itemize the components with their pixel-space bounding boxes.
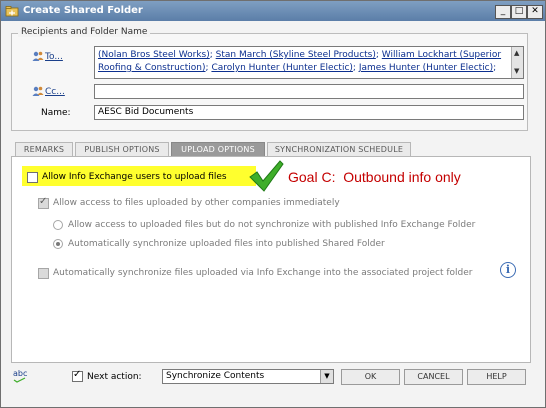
recipient[interactable]: (Nolan Bros Steel Works) [98, 50, 210, 60]
cancel-button[interactable]: CANCEL [404, 369, 463, 385]
auto-sync-project-label[interactable]: Automatically synchronize files uploaded… [53, 268, 472, 278]
to-button[interactable]: To... [45, 52, 63, 62]
folder-name-field[interactable]: AESC Bid Documents [94, 105, 524, 120]
no-sync-label[interactable]: Allow access to uploaded files but do no… [68, 220, 475, 230]
help-button[interactable]: HELP [467, 369, 526, 385]
upload-options-panel: Allow Info Exchange users to upload file… [11, 156, 531, 363]
scroll-down-icon[interactable]: ▼ [514, 68, 519, 75]
cc-field[interactable] [94, 84, 524, 99]
auto-sync-label[interactable]: Automatically synchronize uploaded files… [68, 239, 385, 249]
name-label: Name: [41, 108, 71, 118]
tab-publish-options[interactable]: PUBLISH OPTIONS [75, 142, 169, 156]
folder-name-value: AESC Bid Documents [98, 107, 194, 117]
check-icon: ✓ [39, 196, 48, 207]
scroll-up-icon[interactable]: ▲ [514, 50, 519, 57]
allow-upload-checkbox[interactable] [27, 172, 38, 183]
allow-access-checkbox[interactable]: ✓ [38, 196, 49, 209]
info-icon[interactable]: i [500, 262, 516, 278]
next-action-value: Synchronize Contents [166, 371, 265, 381]
allow-access-label[interactable]: Allow access to files uploaded by other … [53, 198, 340, 208]
radio-selected-dot [56, 242, 60, 246]
checkmark-annotation-icon [249, 160, 284, 192]
maximize-button[interactable]: □ [511, 5, 527, 19]
tab-upload-options[interactable]: UPLOAD OPTIONS [171, 142, 265, 156]
recipients-group: Recipients and Folder Name To... (Nolan … [11, 27, 528, 131]
recipients-group-title: Recipients and Folder Name [18, 27, 151, 37]
tab-synchronization-schedule[interactable]: SYNCHRONIZATION SCHEDULE [267, 142, 411, 156]
close-button[interactable]: ✕ [527, 5, 543, 19]
auto-sync-radio[interactable] [53, 239, 63, 249]
next-action-select[interactable]: Synchronize Contents ▼ [162, 369, 334, 384]
recipient[interactable]: Carolyn Hunter (Hunter Electic) [211, 63, 352, 73]
ok-button[interactable]: OK [341, 369, 400, 385]
address-book-icon[interactable] [32, 85, 44, 97]
window-title: Create Shared Folder [23, 5, 143, 16]
minimize-button[interactable]: _ [495, 5, 511, 19]
goal-annotation: Goal C: Outbound info only [288, 169, 461, 185]
no-sync-radio[interactable] [53, 220, 63, 230]
dialog-footer: abc ✓ Next action: Synchronize Contents … [1, 363, 545, 407]
shared-folder-icon [5, 6, 19, 17]
address-book-icon[interactable] [32, 50, 44, 62]
tab-remarks[interactable]: REMARKS [15, 142, 73, 156]
recipient[interactable]: Stan March (Skyline Steel Products) [216, 50, 376, 60]
auto-sync-project-checkbox[interactable] [38, 268, 49, 279]
chevron-down-icon[interactable]: ▼ [320, 370, 333, 383]
to-recipients-field[interactable]: (Nolan Bros Steel Works); Stan March (Sk… [94, 46, 524, 79]
check-icon: ✓ [73, 369, 82, 380]
next-action-label: Next action: [87, 372, 142, 382]
to-recipients-list: (Nolan Bros Steel Works); Stan March (Sk… [98, 50, 502, 73]
recipients-scrollbar[interactable]: ▲ ▼ [511, 47, 523, 78]
spellcheck-check-icon [13, 377, 26, 383]
recipient[interactable]: James Hunter (Hunter Electic) [359, 63, 493, 73]
create-shared-folder-dialog: Create Shared Folder _ □ ✕ Recipients an… [0, 0, 546, 408]
title-bar: Create Shared Folder _ □ ✕ [1, 1, 545, 21]
cc-button[interactable]: Cc... [45, 87, 65, 97]
allow-upload-label[interactable]: Allow Info Exchange users to upload file… [42, 172, 227, 182]
next-action-checkbox[interactable]: ✓ [72, 369, 83, 382]
